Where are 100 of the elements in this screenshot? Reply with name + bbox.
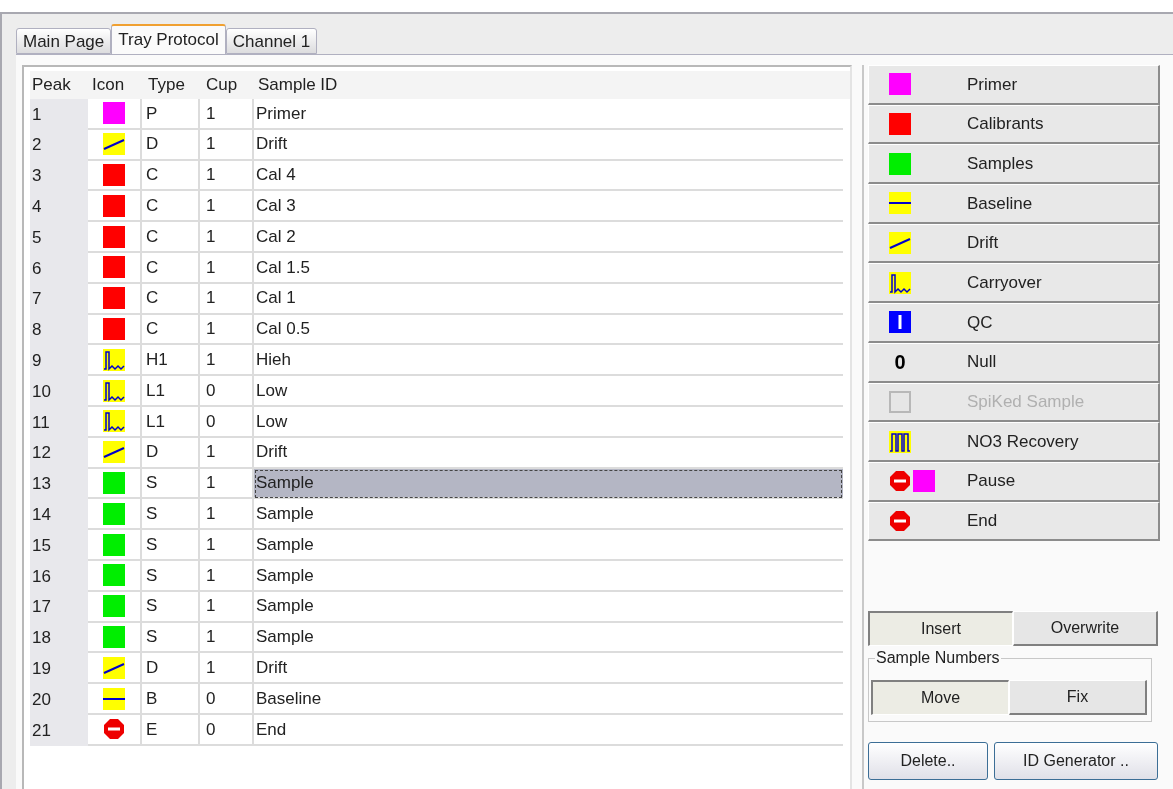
row-number: 18 [30,622,88,654]
tab[interactable]: Tray Protocol [111,24,226,54]
type-button[interactable]: 0 Null [868,342,1160,383]
sample-id-cell[interactable]: Cal 4 [254,160,843,192]
table-cell: S [142,530,200,561]
qc-icon [889,311,911,334]
sample-id-cell[interactable]: Baseline [254,684,843,715]
row-number: 8 [30,314,88,346]
sample-id-cell[interactable]: Low [254,406,843,438]
row-number: 5 [30,222,88,253]
sample-id-cell[interactable]: Hieh [254,345,843,377]
table-cell: S [142,560,200,592]
type-button[interactable]: Drift [868,223,1160,264]
row-number: 11 [30,406,88,438]
group-title: Sample Numbers [875,648,1001,669]
row-number: 20 [30,684,88,715]
sample-id-cell[interactable]: Sample [254,468,843,500]
row-number: 15 [30,530,88,561]
row-number: 6 [30,253,88,284]
tab[interactable]: Channel 1 [225,28,318,54]
table-cell: S [142,468,200,500]
row-number: 9 [30,345,88,377]
toggle-button[interactable]: Overwrite [1013,611,1158,647]
sample-id-cell[interactable]: Sample [254,499,843,531]
peak-wave-icon [103,410,125,433]
table-cell: C [142,160,200,192]
stop-sign-icon [889,470,911,493]
table-cell: 0 [200,714,254,746]
sample-id-cell[interactable]: Sample [254,591,843,623]
sample-id-cell[interactable]: Drift [254,129,843,161]
action-button[interactable]: ID Generator .. [994,742,1158,781]
column-header: Type [147,74,186,97]
table-cell: D [142,653,200,685]
table-cell: 1 [200,622,254,654]
toggle-button[interactable]: Fix [1009,680,1147,716]
baseline-icon [103,687,125,710]
type-button[interactable]: QC [868,303,1160,343]
table-cell: S [142,499,200,531]
tab[interactable]: Main Page [16,28,112,54]
table-cell: 1 [200,160,254,192]
drift-icon [889,232,911,255]
sample-id-cell[interactable]: End [254,714,843,746]
sample-id-cell[interactable]: Cal 1 [254,283,843,315]
table-cell: 1 [200,99,254,130]
toggle-button[interactable]: Insert [868,611,1013,647]
type-button[interactable]: Samples [868,144,1160,185]
toggle-button[interactable]: Move [871,680,1009,716]
row-number: 19 [30,653,88,685]
table-cell: 1 [200,314,254,346]
table-cell: 0 [200,684,254,715]
table-cell: 1 [200,253,254,284]
table-cell: 1 [200,653,254,685]
baseline-icon [889,192,911,215]
column-header: Peak [31,74,72,97]
type-button[interactable]: Calibrants [868,104,1160,145]
type-button[interactable]: Pause [868,461,1160,502]
sample-id-cell[interactable]: Sample [254,560,843,592]
table-cell: L1 [142,376,200,407]
action-button[interactable]: Delete.. [868,742,988,781]
row-number: 12 [30,437,88,469]
table-cell: P [142,99,200,130]
column-header: Icon [91,74,126,97]
type-button[interactable]: End [868,501,1160,542]
table-cell: 1 [200,345,254,377]
table-cell: 1 [200,499,254,531]
table-cell: 0 [200,376,254,407]
sample-id-cell[interactable]: Sample [254,530,843,561]
type-button[interactable]: Primer [868,65,1160,105]
zero-glyph: 0 [893,352,907,373]
table-cell: D [142,129,200,161]
type-button[interactable]: Carryover [868,263,1160,304]
table-cell: H1 [142,345,200,377]
table-cell: S [142,622,200,654]
table-cell: B [142,684,200,715]
peak-wave-icon [103,348,125,371]
row-number: 16 [30,560,88,592]
type-button[interactable]: Baseline [868,184,1160,224]
sample-id-cell[interactable]: Cal 2 [254,222,843,253]
table-cell: L1 [142,406,200,438]
table-cell: C [142,222,200,253]
table-cell: 1 [200,591,254,623]
table-cell: 1 [200,191,254,223]
table-cell: 1 [200,222,254,253]
sample-id-cell[interactable]: Low [254,376,843,407]
sample-id-cell[interactable]: Cal 0.5 [254,314,843,346]
sample-id-cell[interactable]: Drift [254,653,843,685]
table-cell: S [142,591,200,623]
sample-square-icon [913,470,935,493]
table-cell: 1 [200,530,254,561]
drift-icon [103,656,125,679]
type-button[interactable]: NO3 Recovery [868,422,1160,462]
sample-id-cell[interactable]: Cal 3 [254,191,843,223]
sample-id-cell[interactable]: Primer [254,99,843,130]
sample-id-cell[interactable]: Cal 1.5 [254,253,843,284]
row-number: 3 [30,160,88,192]
table-cell: 1 [200,560,254,592]
sample-id-cell[interactable]: Sample [254,622,843,654]
table-cell: 1 [200,283,254,315]
row-number: 2 [30,129,88,161]
empty-box-icon [889,390,911,413]
